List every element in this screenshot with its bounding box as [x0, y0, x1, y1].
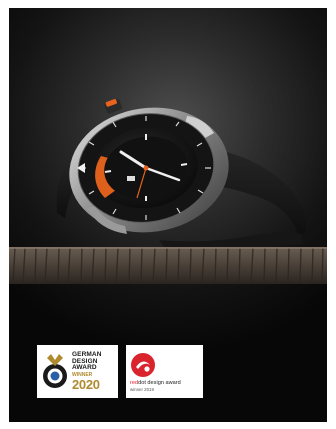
red-dot-brand-dot: dot	[138, 379, 146, 386]
red-dot-label-rest: design award	[145, 379, 181, 386]
gda-line-award: AWARD	[72, 364, 97, 372]
german-design-award-logo	[43, 353, 67, 388]
watch-stand	[9, 247, 327, 285]
red-dot-award-badge: reddot design award winner 2019	[126, 345, 203, 398]
gda-year: 2020	[72, 376, 100, 392]
red-dot-logo	[131, 352, 155, 377]
crown	[104, 99, 123, 114]
red-dot-brand-red: red	[130, 379, 139, 386]
award-badges: GERMAN DESIGN AWARD WINNER 2020 reddot d…	[37, 345, 203, 398]
red-dot-label: reddot design award	[130, 380, 199, 386]
german-design-award-badge: GERMAN DESIGN AWARD WINNER 2020	[37, 345, 118, 398]
product-poster: GERMAN DESIGN AWARD WINNER 2020 reddot d…	[9, 8, 327, 422]
red-dot-sub: winner 2019	[130, 386, 154, 392]
